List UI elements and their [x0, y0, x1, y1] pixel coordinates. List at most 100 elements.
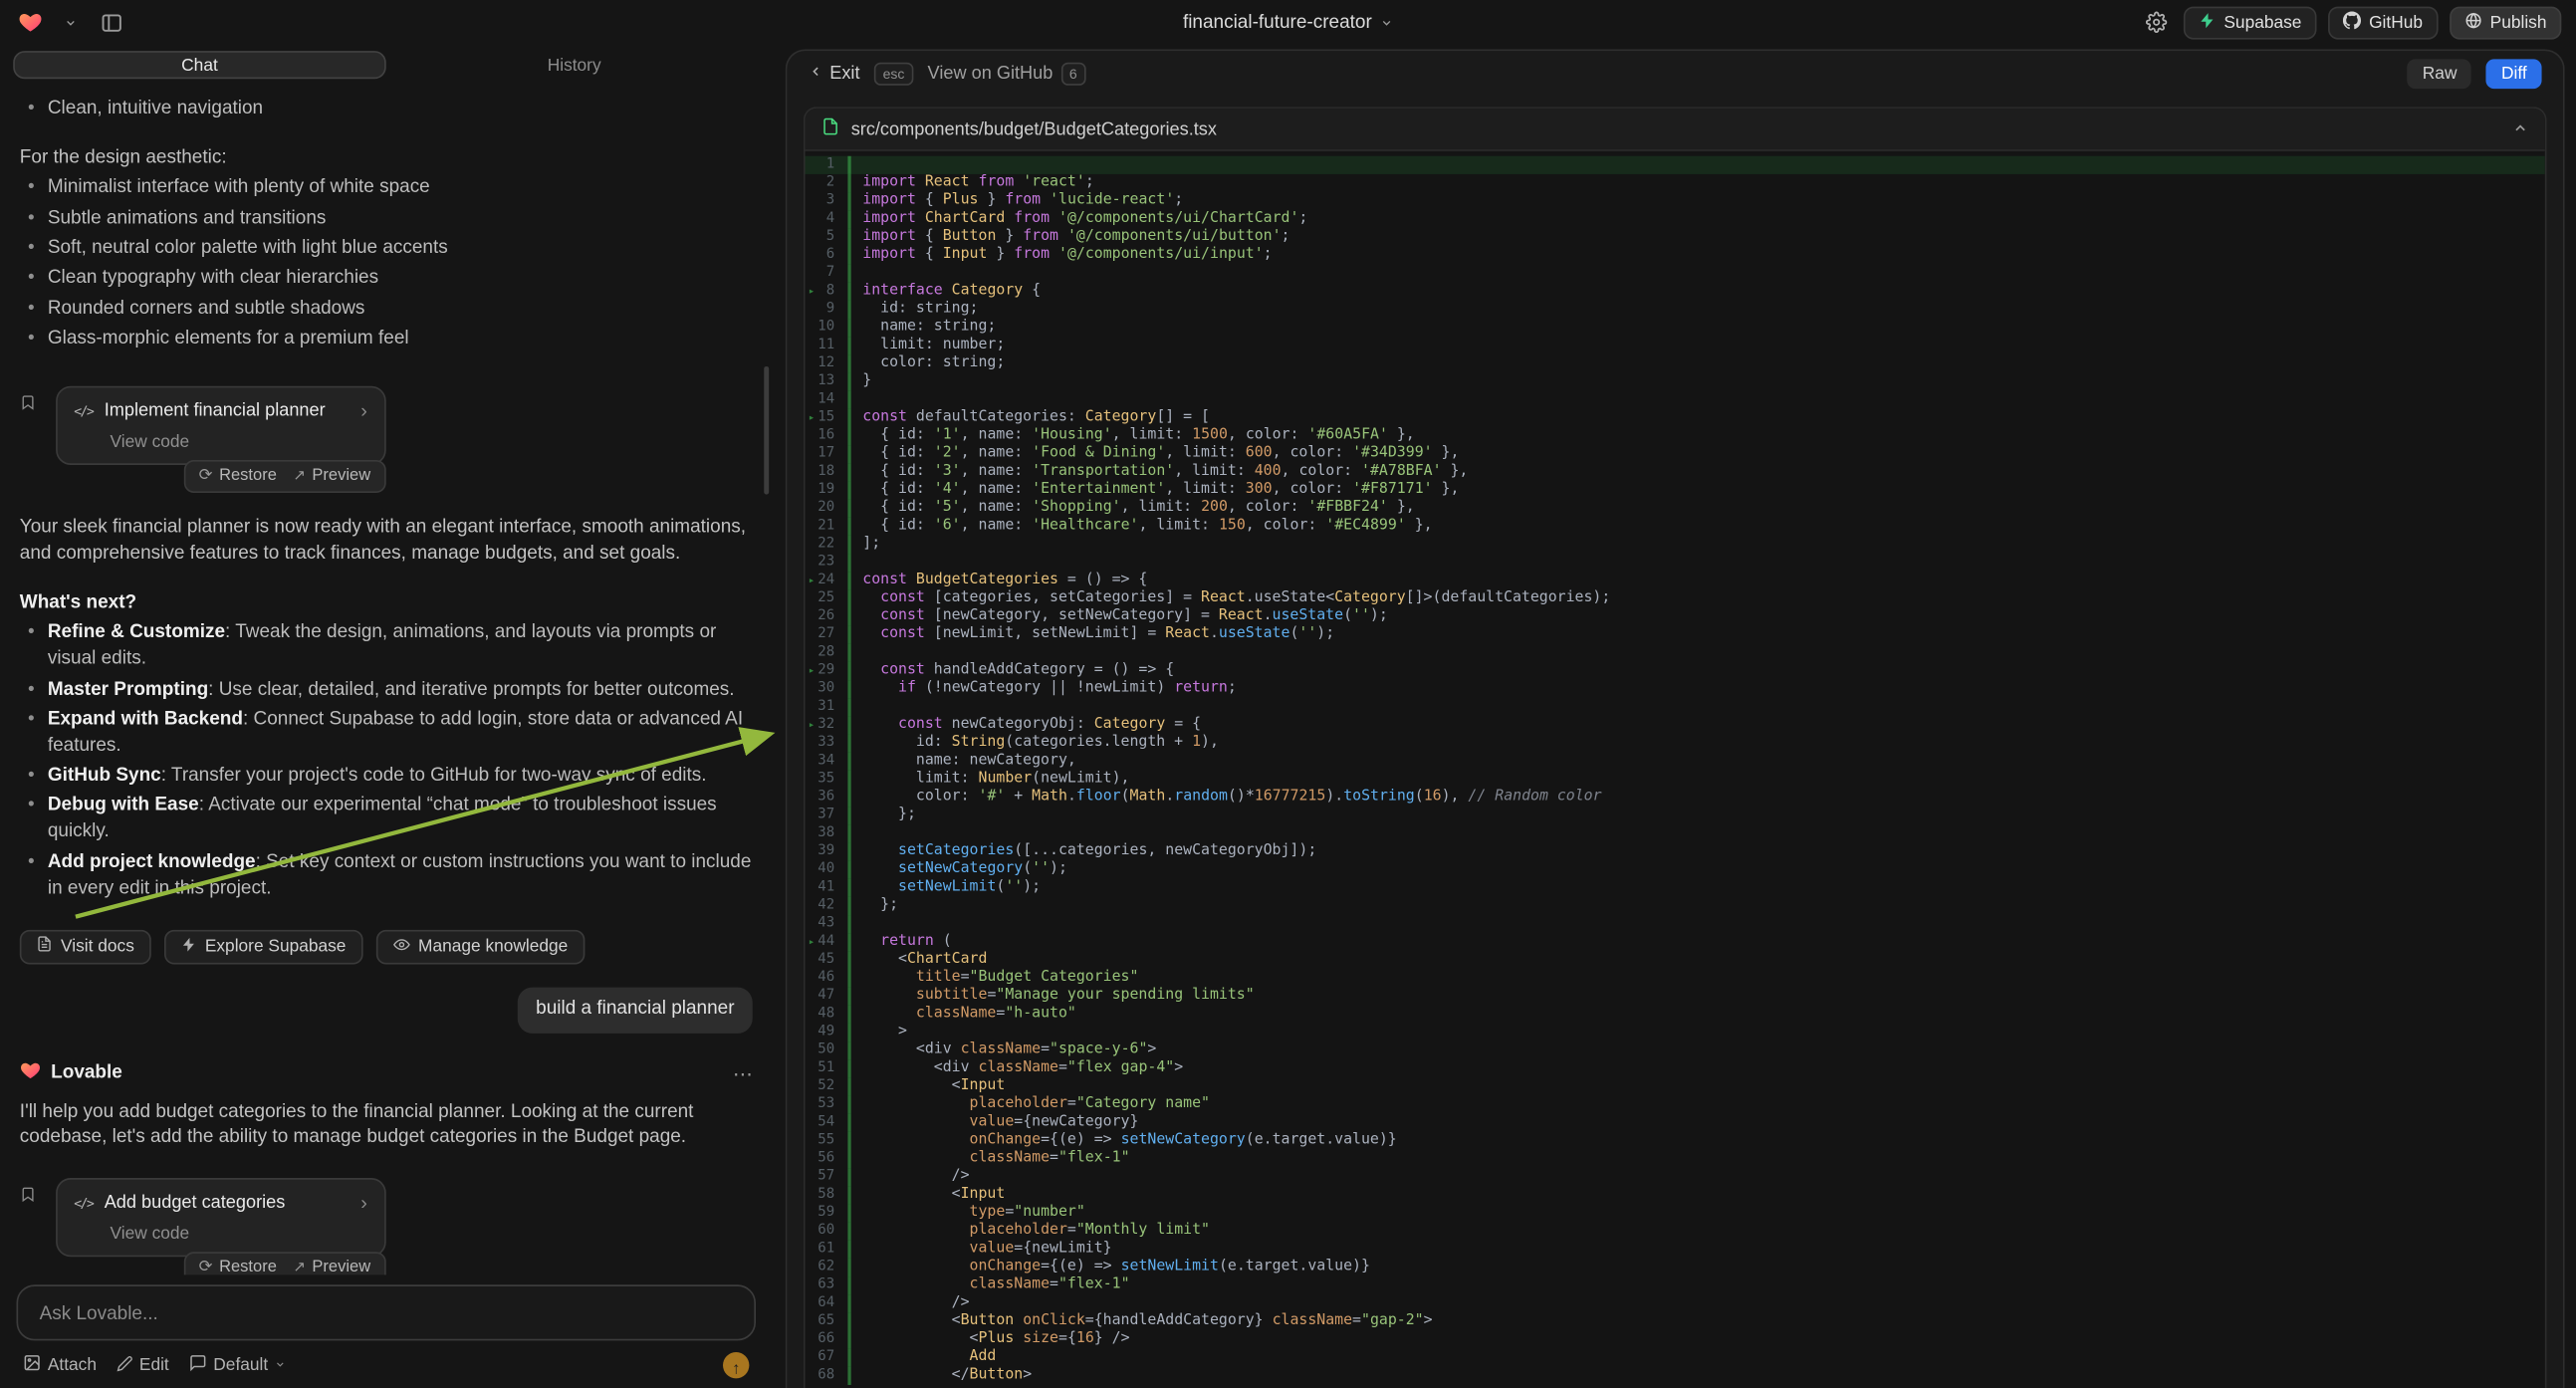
list-item: Clean, intuitive navigation — [20, 97, 753, 122]
list-item: Subtle animations and transitions — [20, 206, 753, 232]
raw-toggle-button[interactable]: Raw — [2408, 59, 2471, 89]
code-line: 28 — [806, 644, 2545, 662]
code-line: 5import { Button } from '@/components/ui… — [806, 228, 2545, 246]
code-line: 34 name: newCategory, — [806, 753, 2545, 771]
settings-gear-icon[interactable] — [2142, 7, 2172, 37]
code-line: 37 }; — [806, 807, 2545, 824]
bookmark-icon[interactable] — [20, 393, 37, 422]
card-title: Add budget categories — [105, 1191, 286, 1216]
visit-docs-button[interactable]: Visit docs — [20, 930, 151, 965]
view-code-link[interactable]: View code — [111, 430, 367, 454]
list-item: Refine & Customize: Tweak the design, an… — [20, 621, 753, 673]
design-aesthetic-intro: For the design aesthetic: — [20, 146, 753, 172]
code-line: 14 — [806, 391, 2545, 409]
project-menu[interactable]: financial-future-creator — [1183, 7, 1393, 37]
code-line: 32 const newCategoryObj: Category = { — [806, 716, 2545, 734]
code-line: 61 value={newLimit} — [806, 1241, 2545, 1259]
code-line: 57 /> — [806, 1168, 2545, 1186]
preview-button[interactable]: Preview — [293, 1258, 370, 1275]
exit-button[interactable]: Exit — [809, 64, 860, 84]
code-line: 6import { Input } from '@/components/ui/… — [806, 247, 2545, 265]
bookmark-icon[interactable] — [20, 1185, 37, 1214]
code-line: 63 className="flex-1" — [806, 1276, 2545, 1294]
github-button[interactable]: GitHub — [2328, 6, 2438, 39]
list-item: Soft, neutral color palette with light b… — [20, 236, 753, 262]
restore-button[interactable]: Restore — [199, 466, 277, 489]
code-viewer-panel: Exit esc View on GitHub 6 Raw Diff src/c… — [786, 50, 2565, 1388]
restore-button[interactable]: Restore — [199, 1258, 277, 1275]
code-line: 49 > — [806, 1024, 2545, 1041]
explore-supabase-button[interactable]: Explore Supabase — [164, 930, 362, 965]
code-line: 60 placeholder="Monthly limit" — [806, 1223, 2545, 1241]
list-item: Master Prompting: Use clear, detailed, a… — [20, 678, 753, 704]
preview-button[interactable]: Preview — [293, 466, 370, 489]
view-code-link[interactable]: View code — [111, 1222, 367, 1246]
code-line: 26 const [newCategory, setNewCategory] =… — [806, 608, 2545, 626]
code-line: 8interface Category { — [806, 283, 2545, 301]
message-options-button[interactable] — [733, 1061, 753, 1088]
view-on-github-button[interactable]: View on GitHub 6 — [928, 62, 1085, 85]
code-line: 4import ChartCard from '@/components/ui/… — [806, 210, 2545, 228]
assistant-message-header: Lovable — [20, 1059, 753, 1090]
card-hover-toolbar: Restore Preview — [184, 461, 385, 494]
add-budget-categories-card[interactable]: Add budget categories View code — [56, 1179, 385, 1258]
supabase-button[interactable]: Supabase — [2183, 6, 2316, 39]
eye-icon — [392, 936, 410, 957]
code-line: 25 const [categories, setCategories] = R… — [806, 589, 2545, 607]
code-line: 21 { id: '6', name: 'Healthcare', limit:… — [806, 518, 2545, 536]
list-item: Add project knowledge: Set key context o… — [20, 850, 753, 902]
list-item: Expand with Backend: Connect Supabase to… — [20, 708, 753, 760]
collapse-chevron-up-icon[interactable] — [2512, 115, 2529, 144]
code-line: 13} — [806, 373, 2545, 391]
code-line: 68 </Button> — [806, 1367, 2545, 1385]
code-line: 12 color: string; — [806, 354, 2545, 372]
code-icon — [74, 1195, 93, 1213]
workspace-chevron-down-icon[interactable] — [56, 7, 86, 37]
list-item: Minimalist interface with plenty of whit… — [20, 176, 753, 202]
sidebar-toggle-icon[interactable] — [97, 7, 126, 37]
code-icon — [74, 402, 93, 420]
code-line: 43 — [806, 915, 2545, 933]
code-line: 23 — [806, 554, 2545, 572]
tab-history[interactable]: History — [389, 51, 759, 79]
edit-button[interactable]: Edit — [117, 1354, 169, 1375]
attach-button[interactable]: Attach — [23, 1354, 97, 1377]
lovable-logo-heart-icon[interactable] — [15, 7, 45, 37]
code-line: 29 const handleAddCategory = () => { — [806, 662, 2545, 680]
tab-chat[interactable]: Chat — [13, 51, 386, 79]
code-line: 11 limit: number; — [806, 337, 2545, 354]
chat-scrollbar-thumb[interactable] — [764, 366, 769, 495]
restore-icon — [199, 466, 213, 489]
code-change-card-1: Implement financial planner View code Re… — [56, 386, 385, 493]
code-line: 53 placeholder="Category name" — [806, 1096, 2545, 1114]
list-item: GitHub Sync: Transfer your project's cod… — [20, 764, 753, 790]
pencil-icon — [117, 1354, 133, 1375]
supabase-icon — [2198, 11, 2216, 34]
code-line: 16 { id: '1', name: 'Housing', limit: 15… — [806, 427, 2545, 445]
partial-bullet-list: Clean, intuitive navigation — [20, 92, 753, 125]
prompt-input[interactable] — [36, 1302, 736, 1325]
implement-financial-planner-card[interactable]: Implement financial planner View code — [56, 386, 385, 465]
supabase-bolt-icon — [180, 936, 197, 957]
app-window: financial-future-creator Supabase GitHub… — [0, 0, 2576, 1388]
publish-button[interactable]: Publish — [2449, 6, 2561, 39]
code-line: 31 — [806, 698, 2545, 716]
assistant-name: Lovable — [51, 1061, 122, 1087]
chevron-right-icon — [360, 398, 367, 425]
code-editor[interactable]: 12import React from 'react';3import { Pl… — [806, 151, 2545, 1388]
code-line: 65 <Button onClick={handleAddCategory} c… — [806, 1312, 2545, 1330]
manage-knowledge-button[interactable]: Manage knowledge — [375, 930, 585, 965]
chat-mode-selector[interactable]: Default — [189, 1354, 287, 1377]
prompt-input-box[interactable] — [17, 1284, 757, 1340]
code-line: 15const defaultCategories: Category[] = … — [806, 409, 2545, 427]
chevron-left-icon — [809, 64, 823, 84]
code-line: 7 — [806, 265, 2545, 283]
file-header[interactable]: src/components/budget/BudgetCategories.t… — [806, 109, 2545, 151]
code-line: 10 name: string; — [806, 319, 2545, 337]
code-line: 55 onChange={(e) => setNewCategory(e.tar… — [806, 1132, 2545, 1150]
project-chevron-down-icon — [1380, 7, 1393, 37]
send-button[interactable] — [723, 1352, 749, 1378]
code-line: 2import React from 'react'; — [806, 174, 2545, 192]
diff-toggle-button[interactable]: Diff — [2486, 59, 2541, 89]
code-line: 50 <div className="space-y-6"> — [806, 1041, 2545, 1059]
